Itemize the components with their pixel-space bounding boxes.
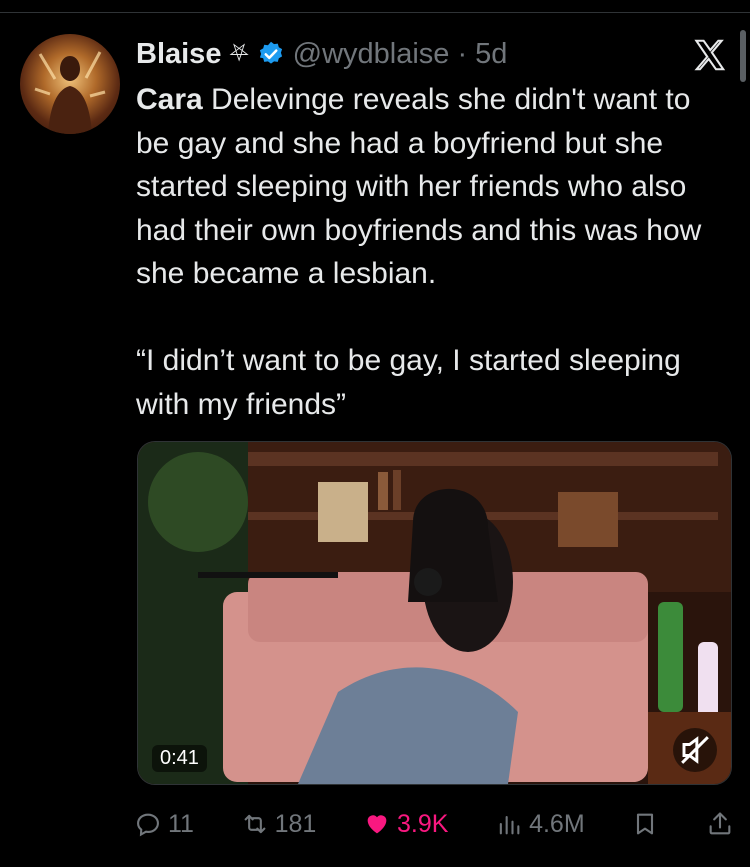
bookmark-button[interactable] [631, 810, 659, 838]
reply-count: 11 [168, 809, 194, 838]
scrollbar[interactable] [740, 30, 746, 82]
tweet-header: Blaise ⛧ @wydblaise · 5d [136, 34, 507, 74]
tweet-text: Cara Delevinge reveals she didn't want t… [136, 78, 726, 426]
repost-icon [244, 814, 265, 834]
video-player[interactable]: 0:41 [137, 441, 732, 785]
share-icon [709, 812, 731, 835]
views-icon [499, 815, 520, 835]
video-duration: 0:41 [152, 745, 207, 772]
timestamp[interactable]: 5d [475, 38, 507, 71]
reply-icon [137, 813, 159, 837]
display-name[interactable]: Blaise [136, 38, 221, 71]
avatar-image [34, 51, 106, 134]
handle[interactable]: @wydblaise [293, 38, 450, 71]
bookmark-icon [637, 813, 654, 835]
avatar[interactable] [20, 34, 120, 134]
separator: · [457, 37, 468, 70]
repost-count: 181 [274, 809, 317, 838]
heart-icon [367, 815, 387, 834]
pentagram-icon: ⛧ [229, 40, 249, 67]
mute-button[interactable] [673, 728, 717, 772]
repost-button[interactable]: 181 [241, 809, 317, 839]
action-bar: 11 181 3.9K 4.6M [134, 806, 734, 842]
x-logo-icon[interactable] [690, 36, 728, 74]
views-count: 4.6M [529, 809, 585, 838]
video-frame-image [138, 442, 731, 784]
share-button[interactable] [706, 810, 734, 838]
top-divider [0, 12, 750, 13]
views-button[interactable]: 4.6M [495, 810, 585, 839]
tweet-text-lead: Cara [136, 83, 203, 116]
like-count: 3.9K [396, 809, 449, 838]
speaker-muted-icon [681, 736, 709, 764]
tweet-text-body: Delevinge reveals she didn't want to be … [136, 83, 702, 421]
reply-button[interactable]: 11 [134, 810, 194, 839]
verified-badge-icon[interactable] [257, 40, 285, 68]
like-button[interactable]: 3.9K [363, 810, 448, 839]
